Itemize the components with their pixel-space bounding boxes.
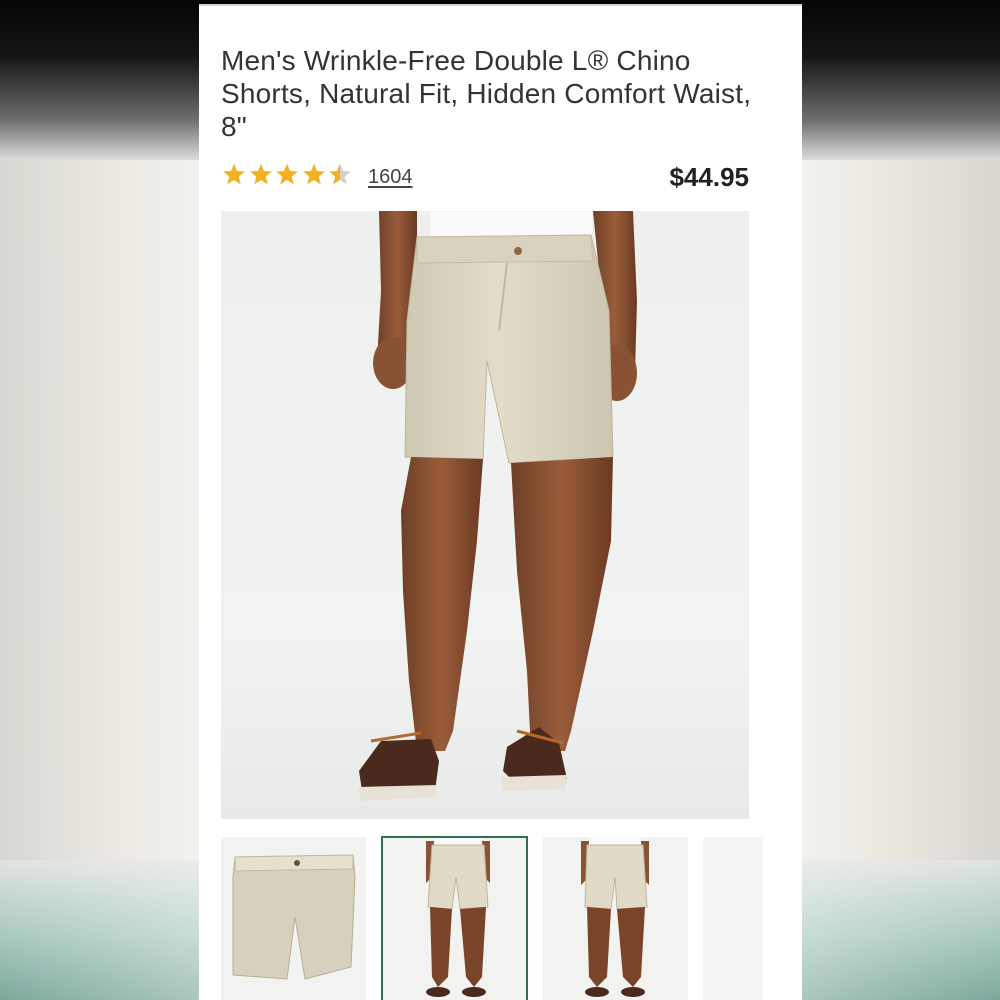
product-screen: Men's Wrinkle-Free Double L® Chino Short… (199, 4, 802, 1000)
thumbnail-model-front[interactable] (381, 836, 528, 1000)
star-icon (302, 163, 325, 185)
product-price: $44.95 (669, 162, 749, 192)
star-rating[interactable] (221, 162, 354, 186)
product-title: Men's Wrinkle-Free Double L® Chino Short… (221, 45, 752, 142)
star-icon (223, 163, 245, 185)
star-icon (249, 163, 272, 185)
screen-edge (199, 4, 802, 6)
thumbnail-partial[interactable] (703, 837, 763, 1000)
star-icon (329, 163, 351, 185)
main-product-image[interactable] (221, 211, 749, 819)
thumbnail-flat-lay[interactable] (221, 837, 366, 1000)
star-icon (276, 163, 298, 185)
rating-row: 1604 $44.95 (221, 158, 749, 192)
review-count-link[interactable]: 1604 (368, 166, 413, 189)
thumbnail-strip (221, 836, 802, 1000)
thumbnail-model-back[interactable] (543, 837, 688, 1000)
